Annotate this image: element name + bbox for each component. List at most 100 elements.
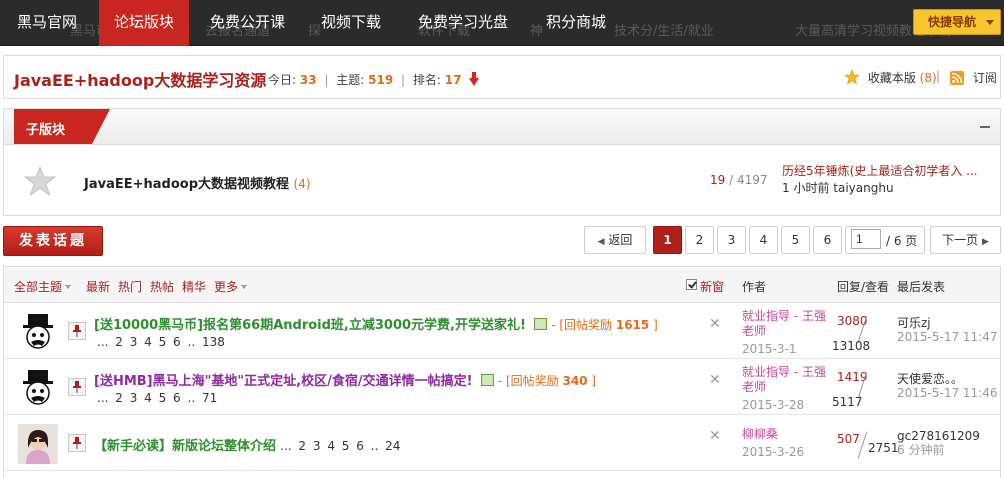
nav-item-open-class[interactable]: 免费公开课 xyxy=(210,0,285,46)
today-label: 今日: xyxy=(268,73,297,87)
rank-down-arrow-icon xyxy=(469,72,480,86)
star-icon xyxy=(23,165,57,200)
avatar[interactable] xyxy=(18,368,58,408)
pin-icon xyxy=(68,434,86,452)
reward-end: ] xyxy=(591,374,597,388)
chevron-left-icon: ◀ xyxy=(597,237,605,247)
close-icon[interactable]: ✕ xyxy=(709,428,721,444)
filter-more[interactable]: 更多 xyxy=(214,278,248,295)
page-3-button[interactable]: 3 xyxy=(717,226,746,254)
thread-date: 2015-3-28 xyxy=(742,398,805,412)
reward-value: 340 xyxy=(562,374,588,388)
subforum-last-title[interactable]: 历经5年锤炼(史上最适合初学者入 ... xyxy=(782,164,978,178)
new-post-button[interactable]: 发表话题 xyxy=(3,226,103,256)
thread-pages[interactable]: ... 2 3 4 5 6 .. 138 xyxy=(97,335,225,349)
collapse-icon[interactable] xyxy=(980,126,990,128)
favorite-forum-button[interactable]: 收藏本版 (8) xyxy=(844,69,937,86)
topics-count: 519 xyxy=(368,73,394,87)
thread-title-link[interactable]: [送10000黑马币]报名第66期Android班,立减3000元学费,开学送家… xyxy=(94,318,526,333)
author-link[interactable]: 就业指导 - 王强老师 xyxy=(742,309,832,339)
filter-digest[interactable]: 精华 xyxy=(182,278,206,295)
last-post-time: 2015-5-17 11:47 xyxy=(897,330,998,344)
page-1-button[interactable]: 1 xyxy=(653,226,682,254)
page-5-button[interactable]: 5 xyxy=(781,226,810,254)
chevron-down-icon xyxy=(241,285,248,289)
new-window-checkbox[interactable] xyxy=(686,279,697,290)
quick-nav-label: 快捷导航 xyxy=(928,15,977,29)
new-window-label: 新窗 xyxy=(700,280,725,294)
close-icon[interactable]: ✕ xyxy=(709,316,721,332)
last-post-user[interactable]: gc278161209 xyxy=(897,429,980,443)
page-jump-input[interactable] xyxy=(851,229,881,249)
subscribe-button[interactable]: 订阅 xyxy=(950,69,997,86)
page-4-button[interactable]: 4 xyxy=(749,226,778,254)
page-6-button[interactable]: 6 xyxy=(813,226,842,254)
favorite-count: (8) xyxy=(919,71,937,85)
filter-hot-posts[interactable]: 热帖 xyxy=(150,278,174,295)
subforum-header: 子版块 xyxy=(4,109,1000,145)
filter-hot[interactable]: 热门 xyxy=(118,278,142,295)
avatar[interactable] xyxy=(18,424,58,464)
rank-label: 排名: xyxy=(412,73,441,87)
chevron-right-icon: ▶ xyxy=(981,237,989,247)
last-post-user[interactable]: 可乐zj xyxy=(897,316,931,330)
reply-view-column-header: 回复/查看 xyxy=(837,280,890,294)
subforum-name: JavaEE+hadoop大数据视频教程 xyxy=(84,177,290,192)
last-post-user[interactable]: 天使爱恋。。 xyxy=(897,372,963,386)
reward-label: [回帖奖励 xyxy=(505,374,559,388)
table-row: [送HMB]黑马上海"基地"正式定址,校区/食宿/交通详情一帖搞定! - [回帖… xyxy=(4,360,1000,415)
thread-title-link[interactable]: 【新手必读】新版论坛整体介绍 xyxy=(94,439,276,454)
next-page-button[interactable]: 下一页 ▶ xyxy=(930,226,1001,254)
chevron-down-icon xyxy=(65,285,72,289)
filter-more-label: 更多 xyxy=(214,280,239,294)
subforum-thread-count: 19 xyxy=(710,173,726,187)
thread-pages[interactable]: ... 2 3 4 5 6 .. 71 xyxy=(97,391,217,405)
reward-badge: - [回帖奖励 1615 ] xyxy=(551,318,658,332)
divider: | xyxy=(936,69,941,83)
forum-stats: 今日: 33 | 主题: 519 | 排名: 17 xyxy=(268,71,480,88)
rank-value: 17 xyxy=(444,73,462,87)
reward-end: ] xyxy=(653,318,658,332)
close-icon[interactable]: ✕ xyxy=(709,372,721,388)
thread-pages[interactable]: ... 2 3 4 5 6 .. 24 xyxy=(280,439,400,453)
last-post-time: 6 分钟前 xyxy=(897,443,945,457)
back-label: 返回 xyxy=(608,233,633,247)
subforum-link[interactable]: JavaEE+hadoop大数据视频教程 (4) xyxy=(84,173,311,192)
subforum-new-count: (4) xyxy=(293,177,311,191)
last-post-info: 可乐zj 2015-5-17 11:47 xyxy=(897,316,998,344)
subforum-panel: 子版块 JavaEE+hadoop大数据视频教程 (4) 19 / 4197 历… xyxy=(3,108,1001,216)
thread-title-line: [送10000黑马币]报名第66期Android班,立减3000元学费,开学送家… xyxy=(94,314,658,333)
subscribe-label: 订阅 xyxy=(972,71,997,85)
ghost-banner-text: 探 xyxy=(308,24,322,39)
reward-label: [回帖奖励 xyxy=(559,318,613,332)
nav-item-forum[interactable]: 论坛版块 xyxy=(99,0,190,46)
author-link[interactable]: 就业指导 - 王强老师 xyxy=(742,365,832,395)
subforum-post-count: 4197 xyxy=(736,173,768,187)
filter-all-label: 全部主题 xyxy=(14,280,63,294)
nav-item-home[interactable]: 黑马官网 xyxy=(17,0,77,46)
filter-all-threads[interactable]: 全部主题 xyxy=(14,278,72,295)
filter-latest[interactable]: 最新 xyxy=(86,278,110,295)
quick-nav-button[interactable]: 快捷导航 xyxy=(913,9,1001,35)
author-link[interactable]: 柳柳桑 xyxy=(742,427,778,441)
nav-item-points-mall[interactable]: 积分商城 xyxy=(546,0,606,46)
back-button[interactable]: ◀ 返回 xyxy=(584,226,646,254)
star-icon xyxy=(844,69,860,85)
last-post-column-header: 最后发表 xyxy=(897,280,946,294)
thread-list-header: 全部主题 最新 热门 热帖 精华 更多 新窗 作者 回复/查看 最后发表 xyxy=(4,267,1000,303)
thread-author: 就业指导 - 王强老师 2015-3-1 xyxy=(742,309,832,357)
pin-icon xyxy=(68,322,86,340)
nav-item-free-cd[interactable]: 免费学习光盘 xyxy=(418,0,508,46)
avatar[interactable] xyxy=(18,312,58,352)
reward-value: 1615 xyxy=(615,318,650,332)
thread-author: 柳柳桑 2015-3-26 xyxy=(742,427,804,460)
ghost-banner-text: 神 xyxy=(530,24,544,39)
page-2-button[interactable]: 2 xyxy=(685,226,714,254)
image-attachment-icon xyxy=(534,318,548,330)
last-post-time: 2015-5-17 11:46 xyxy=(897,386,998,400)
thread-title-link[interactable]: [送HMB]黑马上海"基地"正式定址,校区/食宿/交通详情一帖搞定! xyxy=(94,374,473,389)
divider: / xyxy=(729,173,737,187)
forum-title[interactable]: JavaEE+hadoop大数据学习资源 xyxy=(14,67,266,91)
chevron-down-icon xyxy=(986,20,994,25)
nav-item-video-download[interactable]: 视频下载 xyxy=(321,0,381,46)
